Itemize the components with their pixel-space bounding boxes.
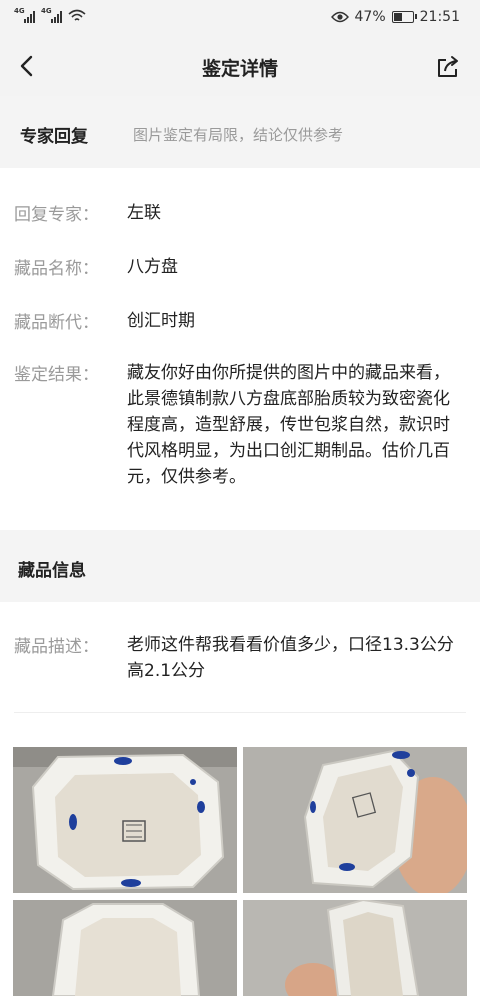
page-title: 鉴定详情	[201, 58, 278, 80]
field-label: 回复专家：	[14, 205, 99, 225]
status-bar: 4G 4G 47% 21:51	[0, 0, 480, 36]
item-photo[interactable]	[13, 747, 237, 893]
divider	[14, 712, 466, 713]
section-heading: 藏品信息	[18, 561, 86, 581]
disclaimer-note: 图片鉴定有局限，结论仅供参考	[133, 126, 344, 144]
item-photo[interactable]	[243, 900, 467, 996]
expert-name: 左联	[127, 203, 161, 223]
item-description: 老师这件帮我看看价值多少，口径13.3公分 高2.1公分	[127, 635, 454, 681]
field-label: 藏品断代：	[14, 313, 99, 333]
expert-reply-header: 专家回复 图片鉴定有局限，结论仅供参考	[0, 96, 480, 168]
cell-signal-icon: 4G	[14, 7, 35, 23]
item-info-header: 藏品信息	[0, 530, 480, 602]
field-label: 藏品名称：	[14, 259, 99, 279]
item-dating: 创汇时期	[127, 311, 195, 331]
battery-percent: 47%	[354, 9, 386, 25]
field-label: 鉴定结果：	[14, 365, 99, 385]
cell-signal-icon: 4G	[41, 7, 62, 23]
item-name: 八方盘	[127, 257, 178, 277]
field-label: 藏品描述：	[14, 637, 99, 657]
eye-icon	[330, 11, 349, 23]
appraisal-result: 藏友你好由你所提供的图片中的藏品来看，此景德镇制款八方盘底部胎质较为致密瓷化程度…	[127, 363, 450, 487]
nav-bar: 鉴定详情	[0, 36, 480, 96]
clock: 21:51	[419, 9, 460, 25]
battery-icon	[391, 11, 417, 23]
share-icon[interactable]	[434, 52, 462, 80]
section-heading: 专家回复	[20, 127, 88, 147]
item-photo[interactable]	[13, 900, 237, 996]
item-photo[interactable]	[243, 747, 467, 893]
wifi-icon	[68, 9, 86, 21]
